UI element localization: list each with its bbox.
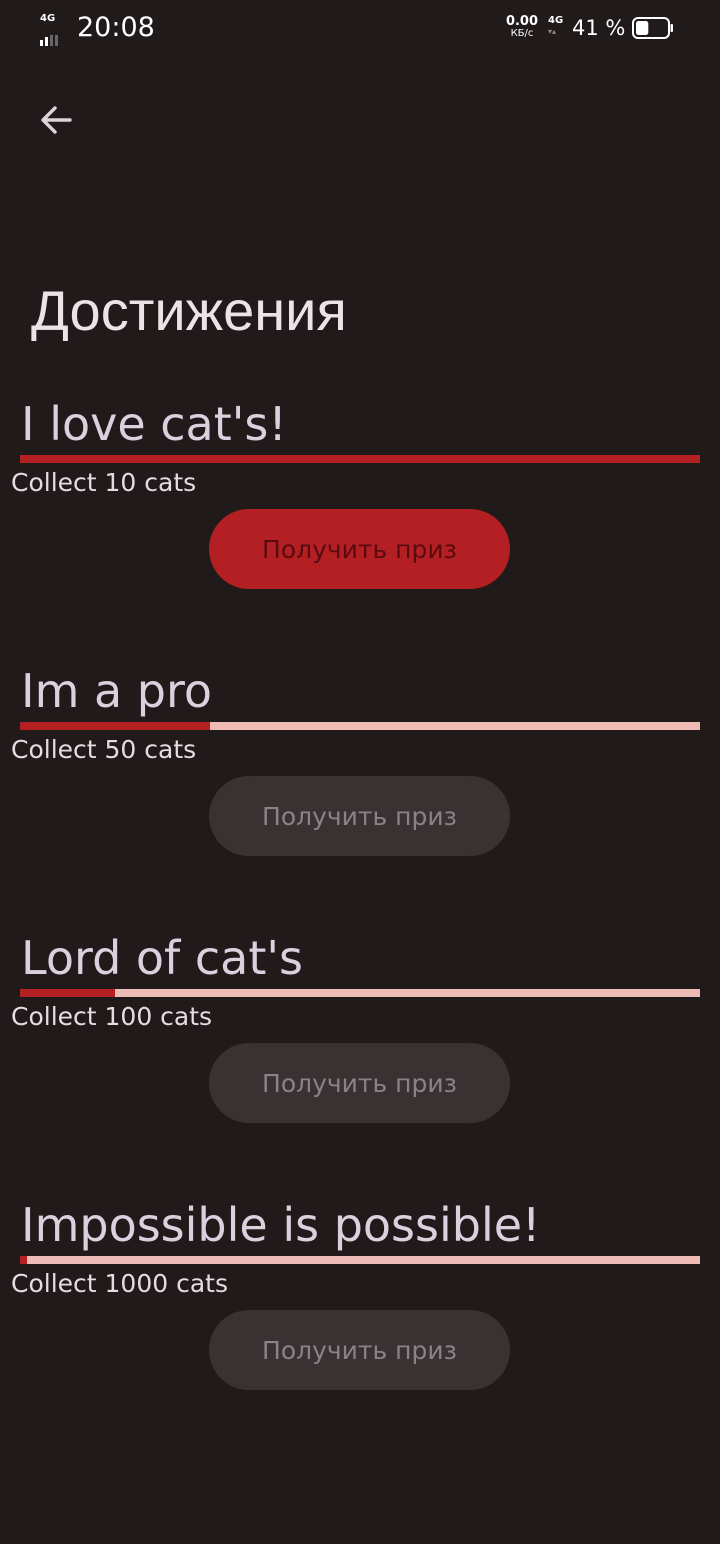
battery-percentage: 41 % [572,16,626,40]
achievement-card: Lord of cat's Collect 100 cats Получить … [0,930,720,1150]
achievement-card: Im a pro Collect 50 cats Получить приз [0,663,720,883]
achievement-title: Impossible is possible! [21,1198,541,1252]
network-speed-unit: КБ/с [510,28,534,39]
network-type-label: 4G [40,13,56,24]
network-type-label-right: 4G [548,15,564,26]
achievement-title: Lord of cat's [21,931,303,985]
achievement-progress-fill [20,1256,27,1264]
network-speed-value: 0.00 [505,14,539,29]
signal-bars [40,27,60,46]
page-title: Достижения [31,279,347,342]
network-speed: 0.00 КБ/с [504,14,540,40]
achievement-description: Collect 100 cats [11,1002,213,1031]
achievement-card: I love cat's! Collect 10 cats Получить п… [0,396,720,616]
achievement-progress-fill [20,455,700,463]
claim-prize-button[interactable]: Получить приз [209,509,510,589]
status-bar: 4G 20:08 0.00 КБ/с 4G ▾▴ 41 % [0,0,720,58]
back-button[interactable] [28,92,84,148]
mobile-data-icon: 4G ▾▴ [548,16,566,40]
data-activity-arrows: ▾▴ [548,27,557,36]
arrow-back-icon [41,106,72,134]
achievement-title: Im a pro [21,664,213,718]
claim-prize-button[interactable]: Получить приз [209,776,510,856]
status-time: 20:08 [77,12,155,43]
achievement-progress-fill [20,722,211,730]
achievement-card: Impossible is possible! Collect 1000 cat… [0,1197,720,1417]
claim-prize-button[interactable]: Получить приз [209,1310,510,1390]
achievement-progress-bar [20,722,700,730]
cellular-signal-icon: 4G [40,13,72,46]
achievement-progress-bar [20,989,700,997]
achievement-progress-bar [20,455,700,463]
claim-prize-button[interactable]: Получить приз [209,1043,510,1123]
achievement-description: Collect 10 cats [11,468,197,497]
battery-icon [632,17,674,39]
achievement-description: Collect 50 cats [11,735,197,764]
achievement-progress-fill [20,989,116,997]
achievement-progress-bar [20,1256,700,1264]
achievement-title: I love cat's! [21,397,287,451]
battery-fill [636,21,649,35]
achievement-description: Collect 1000 cats [11,1269,228,1298]
